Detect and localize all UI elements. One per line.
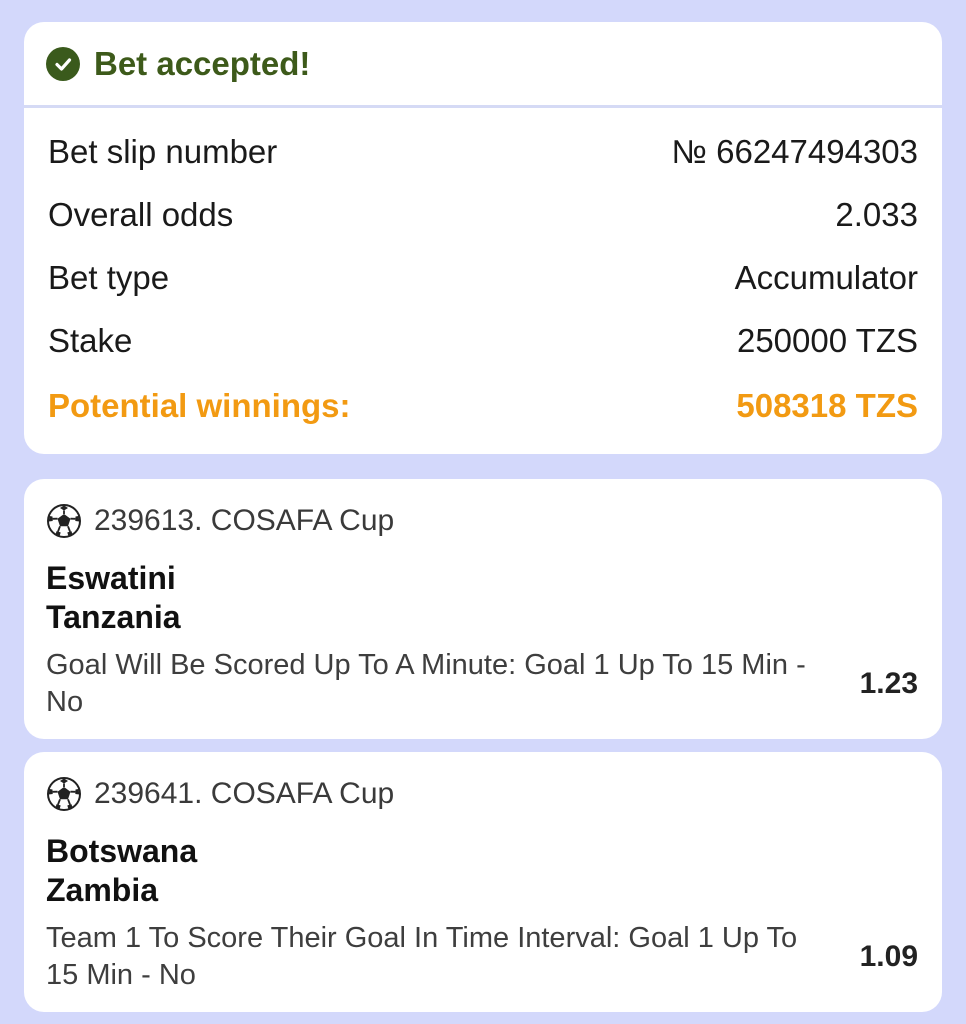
overall-odds-value: 2.033 xyxy=(835,195,918,233)
bet-type-value: Accumulator xyxy=(734,258,918,296)
selection-odds: 1.09 xyxy=(859,940,918,973)
overall-odds-row: Overall odds 2.033 xyxy=(48,183,918,246)
bet-type-row: Bet type Accumulator xyxy=(48,246,918,309)
bet-slip-number-row: Bet slip number № 66247494303 xyxy=(48,120,918,183)
stake-value: 250000 TZS xyxy=(736,321,918,359)
potential-winnings-value: 508318 TZS xyxy=(736,387,918,424)
potential-winnings-row: Potential winnings: 508318 TZS xyxy=(48,372,918,440)
selection-description: Goal Will Be Scored Up To A Minute: Goal… xyxy=(46,649,806,718)
league-name: 239613. COSAFA Cup xyxy=(94,504,395,537)
bet-event-card[interactable]: 239613. COSAFA Cup Eswatini Tanzania Goa… xyxy=(24,479,942,739)
check-circle-icon xyxy=(46,46,80,81)
potential-winnings-label: Potential winnings: xyxy=(48,387,351,424)
teams: Botswana Zambia xyxy=(46,832,918,910)
selection-odds: 1.23 xyxy=(859,667,918,700)
league-row: 239641. COSAFA Cup xyxy=(46,774,918,814)
soccer-ball-icon xyxy=(47,504,81,538)
league-row: 239613. COSAFA Cup xyxy=(46,501,918,541)
bet-accepted-title: Bet accepted! xyxy=(94,44,311,82)
bet-slip-number-label: Bet slip number xyxy=(48,132,278,170)
bet-event-card[interactable]: 239641. COSAFA Cup Botswana Zambia Team … xyxy=(24,752,942,1012)
selection-row: Team 1 To Score Their Goal In Time Inter… xyxy=(46,920,918,994)
team-1: Eswatini xyxy=(46,560,176,596)
team-2: Zambia xyxy=(46,872,159,908)
selection-description: Team 1 To Score Their Goal In Time Inter… xyxy=(46,922,798,991)
summary-details: Bet slip number № 66247494303 Overall od… xyxy=(24,108,942,440)
stake-label: Stake xyxy=(48,321,133,359)
bet-slip-number-value: № 66247494303 xyxy=(671,132,918,170)
soccer-ball-icon xyxy=(47,777,81,811)
selection-row: Goal Will Be Scored Up To A Minute: Goal… xyxy=(46,647,918,721)
summary-header: Bet accepted! xyxy=(24,22,942,108)
bet-summary-card: Bet accepted! Bet slip number № 66247494… xyxy=(24,22,942,454)
overall-odds-label: Overall odds xyxy=(48,195,234,233)
league-name: 239641. COSAFA Cup xyxy=(94,777,395,810)
stake-row: Stake 250000 TZS xyxy=(48,309,918,372)
teams: Eswatini Tanzania xyxy=(46,559,918,637)
team-2: Tanzania xyxy=(46,599,181,635)
team-1: Botswana xyxy=(46,833,198,869)
bet-type-label: Bet type xyxy=(48,258,170,296)
